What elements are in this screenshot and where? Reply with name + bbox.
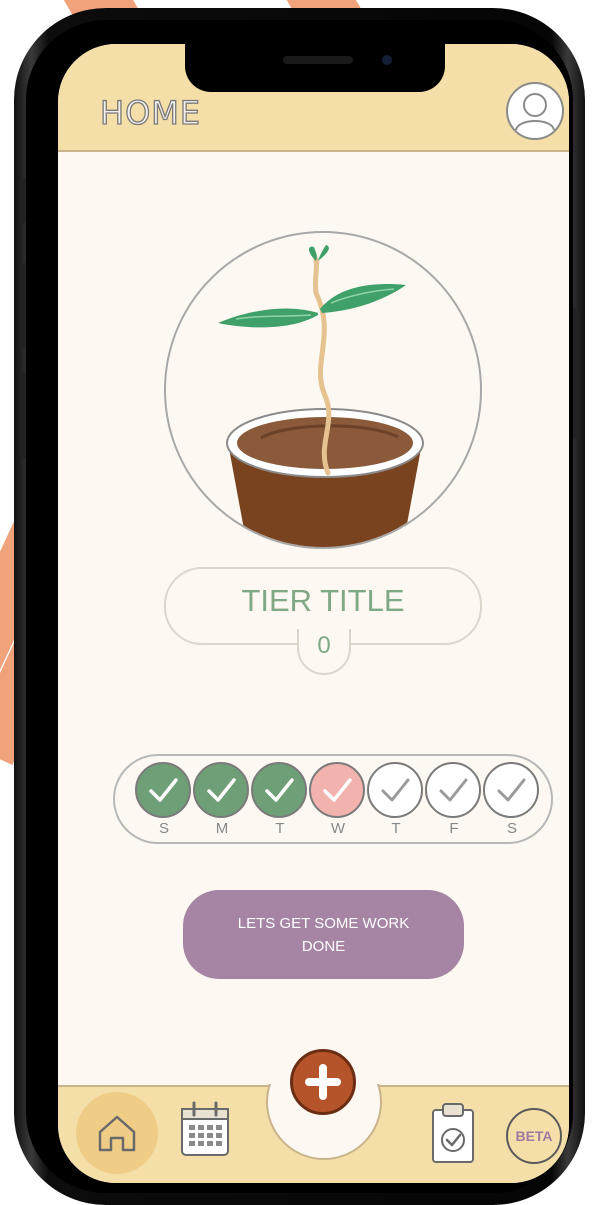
check-icon [367, 762, 423, 818]
day-friday[interactable]: F [425, 762, 483, 837]
check-icon [251, 762, 307, 818]
check-icon [309, 762, 365, 818]
day-saturday[interactable]: S [483, 762, 541, 837]
page-title: HOME [99, 93, 202, 132]
day-label: T [391, 820, 401, 837]
day-label: F [449, 820, 459, 837]
day-monday[interactable]: M [193, 762, 251, 837]
user-icon [515, 93, 555, 131]
notch [185, 44, 445, 92]
nav-home-button[interactable] [76, 1092, 158, 1174]
beta-button[interactable]: BETA [506, 1108, 562, 1164]
day-label: S [506, 820, 517, 837]
day-sunday[interactable]: S [135, 762, 193, 837]
calendar-icon [181, 1101, 229, 1156]
plant-display [164, 231, 482, 549]
nav-tasks-button[interactable] [426, 1098, 480, 1168]
check-icon [135, 762, 191, 818]
speaker [283, 56, 353, 64]
tier-count: 0 [317, 632, 331, 659]
day-label: T [275, 820, 285, 837]
home-icon [98, 1115, 136, 1152]
clipboard-check-icon [432, 1103, 474, 1163]
day-label: M [215, 820, 229, 837]
profile-button[interactable] [506, 82, 564, 140]
tier-count-badge: 0 [297, 629, 351, 675]
add-button[interactable] [290, 1049, 356, 1115]
day-thursday[interactable]: T [367, 762, 425, 837]
front-camera [382, 55, 392, 65]
tier-title: TIER TITLE [241, 583, 405, 618]
day-wednesday[interactable]: W [309, 762, 367, 837]
start-work-button[interactable]: LETS GET SOME WORK DONE [183, 890, 464, 979]
day-tuesday[interactable]: T [251, 762, 309, 837]
phone-frame: HOME TIER TITLE 0 S M T W T F S LETS GET… [14, 8, 585, 1205]
check-icon [483, 762, 539, 818]
plus-icon [305, 1064, 341, 1100]
check-icon [425, 762, 481, 818]
nav-calendar-button[interactable] [176, 1098, 234, 1162]
day-label: S [158, 820, 169, 837]
app-screen: HOME TIER TITLE 0 S M T W T F S LETS GET… [58, 44, 569, 1183]
day-label: W [330, 820, 346, 837]
check-icon [193, 762, 249, 818]
plant-illustration [218, 245, 424, 547]
weekly-streak: S M T W T F S [113, 754, 553, 844]
